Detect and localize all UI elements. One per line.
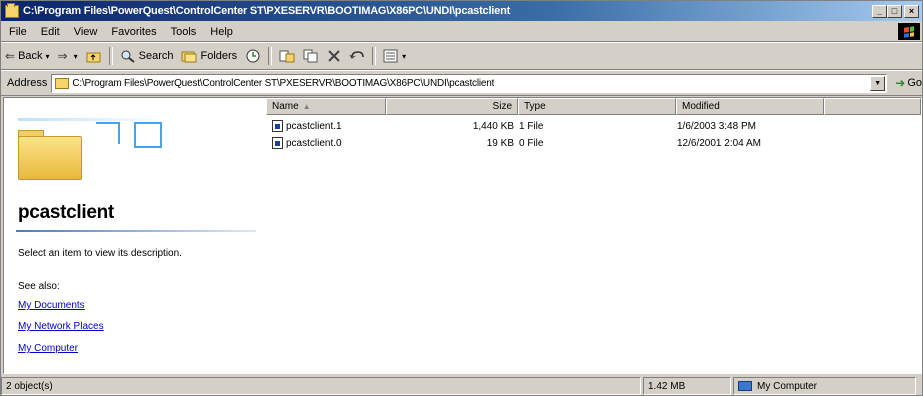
window-title: C:\Program Files\PowerQuest\ControlCente…	[23, 5, 511, 17]
move-to-button[interactable]	[275, 45, 299, 67]
see-also-label: See also:	[18, 281, 60, 292]
menu-file[interactable]: File	[1, 26, 34, 38]
file-name: pcastclient.1	[286, 120, 342, 132]
forward-arrow-icon: ⇒	[57, 49, 68, 63]
link-my-network-places[interactable]: My Network Places	[18, 321, 104, 332]
link-my-computer[interactable]: My Computer	[18, 343, 78, 354]
go-label: Go	[907, 77, 922, 89]
menu-tools[interactable]: Tools	[164, 26, 204, 38]
address-dropdown-icon[interactable]: ▼	[870, 75, 886, 91]
folder-icon	[55, 77, 70, 89]
back-label: Back	[18, 50, 43, 62]
file-type: 1 File	[519, 120, 544, 132]
file-size: 1,440 KB	[472, 120, 514, 132]
go-button[interactable]: ➜ Go	[895, 76, 922, 90]
link-my-documents[interactable]: My Documents	[18, 300, 85, 311]
file-row[interactable]: pcastclient.0 19 KB 0 File 12/6/2001 2:0…	[266, 135, 921, 151]
column-header-empty	[824, 98, 921, 115]
windows-logo-icon	[898, 23, 920, 40]
status-bar: 2 object(s) 1.42 MB My Computer	[1, 377, 922, 396]
file-list: Name ▲ Size Type Modified pcastclient.1 …	[266, 98, 921, 373]
views-icon	[383, 49, 398, 63]
file-size: 19 KB	[486, 137, 514, 149]
description-text: Select an item to view its description.	[18, 248, 182, 259]
folders-button[interactable]: Folders	[177, 45, 241, 67]
content-area: pcastclient Select an item to view its d…	[3, 97, 922, 374]
file-modified: 12/6/2001 2:04 AM	[677, 137, 761, 149]
column-header-modified[interactable]: Modified	[676, 98, 824, 115]
delete-button[interactable]	[323, 45, 345, 67]
column-header-name[interactable]: Name ▲	[266, 98, 386, 115]
standard-toolbar: ⇐ Back ▾ ⇒ ▾ Search Folders ▾	[1, 43, 922, 70]
up-folder-icon	[86, 52, 101, 63]
file-type: 0 File	[519, 137, 544, 149]
web-view-pane: pcastclient Select an item to view its d…	[4, 98, 266, 373]
title-divider	[16, 230, 256, 232]
sort-ascending-icon: ▲	[302, 102, 311, 111]
search-icon	[121, 50, 135, 63]
folders-label: Folders	[200, 50, 238, 62]
file-row[interactable]: pcastclient.1 1,440 KB 1 File 1/6/2003 3…	[266, 118, 921, 134]
views-dropdown-icon[interactable]: ▾	[402, 52, 406, 61]
move-to-icon	[279, 50, 295, 63]
column-modified-label: Modified	[682, 101, 720, 112]
folder-icon	[5, 2, 19, 18]
undo-button[interactable]	[345, 45, 369, 67]
status-size: 1.42 MB	[643, 377, 731, 395]
history-icon	[246, 49, 260, 63]
menu-help[interactable]: Help	[203, 26, 240, 38]
back-button[interactable]: ⇐ Back ▾	[1, 45, 54, 67]
file-icon	[272, 120, 283, 132]
status-zone-label: My Computer	[757, 380, 818, 392]
toolbar-separator	[268, 47, 273, 65]
up-button[interactable]	[82, 45, 106, 67]
forward-button[interactable]: ⇒ ▾	[54, 45, 82, 67]
delete-icon	[328, 50, 340, 62]
address-value: C:\Program Files\PowerQuest\ControlCente…	[72, 77, 495, 89]
history-button[interactable]	[241, 45, 265, 67]
minimize-button[interactable]: _	[872, 4, 887, 18]
copy-to-icon	[303, 49, 318, 63]
go-arrow-icon: ➜	[895, 76, 906, 90]
address-label: Address	[7, 77, 48, 89]
status-object-count: 2 object(s)	[1, 377, 641, 395]
file-icon	[272, 137, 283, 149]
column-type-label: Type	[524, 101, 546, 112]
column-name-label: Name	[272, 101, 299, 112]
column-header-type[interactable]: Type	[518, 98, 676, 115]
search-button[interactable]: Search	[116, 45, 178, 67]
my-computer-icon	[738, 381, 752, 391]
menu-view[interactable]: View	[67, 26, 105, 38]
copy-to-button[interactable]	[299, 45, 323, 67]
menu-edit[interactable]: Edit	[34, 26, 67, 38]
address-input[interactable]: C:\Program Files\PowerQuest\ControlCente…	[51, 73, 888, 93]
menu-favorites[interactable]: Favorites	[104, 26, 163, 38]
window-controls: _ □ ×	[872, 4, 919, 18]
column-header-size[interactable]: Size	[386, 98, 518, 115]
undo-icon	[349, 51, 364, 59]
toolbar-separator	[108, 47, 113, 65]
file-name: pcastclient.0	[286, 137, 342, 149]
back-arrow-icon: ⇐	[5, 49, 16, 63]
toolbar-separator	[372, 47, 377, 65]
column-size-label: Size	[492, 101, 512, 112]
address-bar: Address C:\Program Files\PowerQuest\Cont…	[1, 71, 922, 96]
explorer-window: C:\Program Files\PowerQuest\ControlCente…	[0, 0, 923, 396]
folder-title: pcastclient	[18, 202, 114, 223]
menu-bar: File Edit View Favorites Tools Help	[1, 22, 922, 42]
status-zone: My Computer	[733, 377, 916, 395]
views-button[interactable]: ▾	[379, 45, 410, 67]
file-modified: 1/6/2003 3:48 PM	[677, 120, 756, 132]
close-button[interactable]: ×	[904, 4, 919, 18]
folders-icon	[181, 51, 197, 63]
maximize-button[interactable]: □	[887, 4, 902, 18]
forward-dropdown-icon[interactable]: ▾	[74, 52, 78, 61]
back-dropdown-icon[interactable]: ▾	[46, 52, 50, 61]
search-label: Search	[138, 50, 174, 62]
large-folder-icon	[18, 108, 168, 188]
title-bar[interactable]: C:\Program Files\PowerQuest\ControlCente…	[1, 1, 922, 21]
